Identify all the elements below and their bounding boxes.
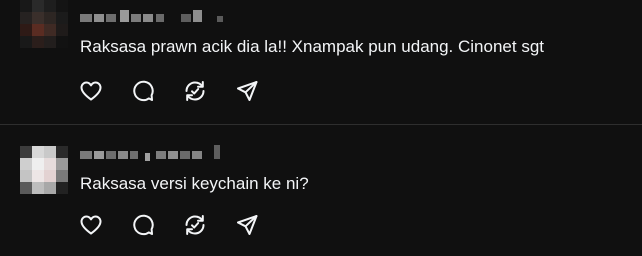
comment-text: Raksasa prawn acik dia la!! Xnampak pun … — [80, 37, 544, 56]
username-redacted[interactable] — [80, 145, 240, 161]
share-button[interactable] — [234, 78, 260, 104]
share-icon — [237, 81, 258, 101]
comment-item: Raksasa prawn acik dia la!! Xnampak pun … — [0, 0, 642, 124]
comment-icon — [133, 214, 154, 236]
username-redacted[interactable] — [80, 8, 240, 22]
repost-icon — [185, 215, 205, 235]
comment-text: Raksasa versi keychain ke ni? — [80, 174, 309, 193]
avatar[interactable] — [20, 146, 68, 194]
share-icon — [237, 215, 258, 235]
repost-icon — [185, 81, 205, 101]
comment-icon — [133, 80, 154, 102]
reply-button[interactable] — [130, 78, 156, 104]
reply-button[interactable] — [130, 212, 156, 238]
avatar[interactable] — [20, 0, 68, 48]
comment-actions — [78, 212, 286, 238]
repost-button[interactable] — [182, 212, 208, 238]
heart-icon — [80, 81, 102, 101]
like-button[interactable] — [78, 78, 104, 104]
like-button[interactable] — [78, 212, 104, 238]
comment-actions — [78, 78, 286, 104]
repost-button[interactable] — [182, 78, 208, 104]
share-button[interactable] — [234, 212, 260, 238]
heart-icon — [80, 215, 102, 235]
comment-item: Raksasa versi keychain ke ni? — [0, 125, 642, 256]
